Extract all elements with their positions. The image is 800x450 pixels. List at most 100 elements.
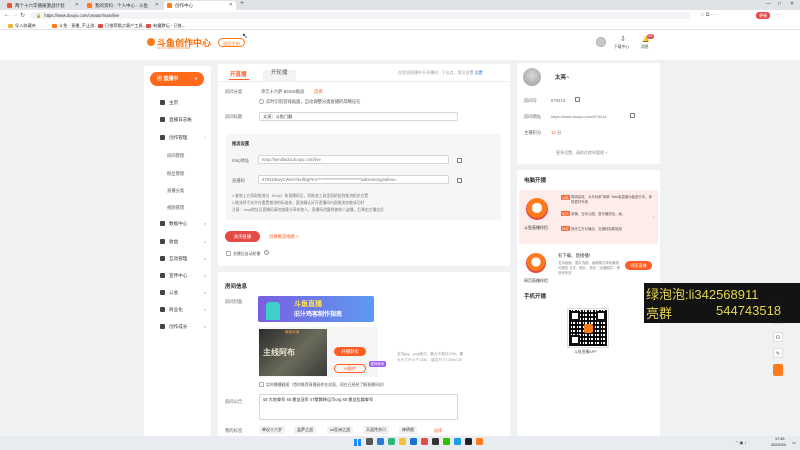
explorer-icon[interactable] (399, 438, 406, 445)
message-label[interactable]: 消息 (641, 45, 649, 50)
update-button[interactable]: 更新 (756, 12, 771, 19)
download-icon[interactable]: ⇩ (620, 35, 626, 43)
cover-poster-image[interactable]: 横版封面 主线阿布 (259, 329, 327, 376)
announce-textarea[interactable]: s5 大地拳军 s6 需龙冠军 s7蒙腾降运币org s8 需龙乱舞拳军 (259, 394, 458, 420)
sidebar-item-data[interactable]: 数据中心 v (160, 219, 206, 229)
upload-cover-button[interactable]: 开播制作 (334, 347, 366, 356)
sidebar-item-home[interactable]: 主页 (160, 98, 178, 108)
user-avatar[interactable] (523, 68, 541, 86)
chat-icon (160, 256, 165, 261)
float-promo-icon[interactable] (773, 364, 783, 376)
sidebar-item-commerce[interactable]: 商业化 v (160, 305, 206, 315)
tags-select-link[interactable]: 选择 (434, 428, 442, 434)
app-icon[interactable] (410, 438, 417, 445)
notification-icon[interactable]: ▭ (792, 440, 796, 446)
url-field[interactable]: 🔒 https://www.douyu.com/creator/main/liv… (30, 12, 690, 19)
extensions-icons[interactable]: ☆ ⧉ ⋯ (700, 12, 716, 18)
clock-time[interactable]: 17:35 (775, 437, 785, 441)
category-change-link[interactable]: 选择 (314, 89, 323, 95)
live-status-button[interactable]: ▣ 直播中 ▼ (150, 72, 204, 86)
back-to-main-button[interactable]: 返回主站 (218, 38, 245, 47)
back-icon[interactable]: ← (4, 12, 10, 18)
bookmark-item[interactable]: 导入收藏夹 (8, 22, 36, 29)
search-icon[interactable] (366, 438, 373, 445)
copy-code-icon[interactable] (457, 178, 462, 183)
minimize-button[interactable]: — (766, 1, 771, 7)
switch-line-link[interactable]: 切换推流线路 > (269, 234, 298, 240)
sidebar-subitem-video[interactable]: 视频管理 (167, 203, 184, 213)
live-cover-checkbox[interactable] (259, 382, 264, 387)
feature-text: 操作立方对播后，交通特权都能用 (571, 227, 622, 231)
wechat-icon[interactable] (443, 438, 450, 445)
maximize-button[interactable]: □ (778, 1, 781, 7)
forward-icon[interactable]: → (12, 12, 18, 18)
douyu-logo[interactable]: 斗鱼创作中心 DOUYU CREATOR CENTER (147, 35, 211, 53)
refresh-icon[interactable]: ↻ (20, 12, 25, 19)
windows-start-icon[interactable] (354, 439, 361, 446)
copy-room-no-icon[interactable] (575, 97, 580, 102)
live-cover-label: 实时播播截图（首时推荐直播画作在封面，现在已经给了解直播间封） (266, 382, 387, 387)
ai-image-button[interactable]: AI图片 (334, 364, 366, 373)
rtmp-input[interactable]: rtmp://sendtw3a.douyu.com/live (258, 155, 449, 164)
tag-item[interactable]: 神明限 (399, 426, 417, 434)
clock-date[interactable]: 2023/9/4 (771, 443, 786, 447)
float-feedback-icon[interactable]: ✎ (773, 348, 783, 358)
download-center-label[interactable]: 下载中心 (614, 45, 629, 50)
promo-banner[interactable]: 斗鱼直播 旧汁鸡客制作指南 (258, 296, 374, 322)
bookmark-item[interactable]: 已推荐酷点客户工具... (98, 22, 146, 29)
edge-icon[interactable] (388, 438, 395, 445)
more-settings-link[interactable]: 更多设置、请前往房间管理 > (556, 150, 607, 156)
browser-tab-2[interactable]: 我的资料 - 个人中心 - 斗鱼 ✕ (84, 1, 162, 10)
browser-tab-3[interactable]: 创作中心 ✕ (164, 1, 236, 10)
copy-room-url-icon[interactable] (630, 113, 635, 118)
bookmark-item[interactable]: 斗鱼 - 直播_不止游... (52, 22, 98, 29)
tag-item[interactable]: lol亚洲之战 (327, 426, 354, 434)
copy-rtmp-icon[interactable] (457, 158, 462, 163)
tray-icons[interactable]: ⌃ ▣ ♪ (735, 440, 746, 445)
sidebar-subitem-category[interactable]: 直播分类 (167, 186, 184, 196)
app-icon[interactable] (465, 438, 472, 445)
notice-setting-link[interactable]: 设置 (475, 70, 483, 75)
tab-start-rotation[interactable]: 开轮播 (263, 70, 296, 81)
tag-item[interactable]: 单议十六岁 (259, 426, 285, 434)
browser-tab-1[interactable]: 两个十六年播报激战计划 ✕ (4, 1, 82, 10)
mobile-live-title: 手机开播 (524, 294, 547, 300)
stream-code-input[interactable]: 679418rwyCWsAOkHfDgPKo******************… (258, 175, 449, 184)
close-tab-icon[interactable]: ✕ (229, 1, 233, 10)
avatar[interactable] (596, 37, 606, 47)
auto-category-radio[interactable] (259, 99, 264, 104)
sidebar-item-growth[interactable]: 创作成长 v (160, 322, 206, 332)
bookmark-item[interactable]: 有魔教坛 - 已推... (146, 22, 185, 29)
autoplay-checkbox[interactable] (226, 251, 231, 256)
room-url-label: 房间地址 (524, 114, 542, 119)
sidebar-subitem-fans[interactable]: 粉丝管理 (167, 169, 184, 179)
folder-icon (8, 23, 13, 28)
app-icon[interactable] (421, 438, 428, 445)
app-icon[interactable] (454, 438, 461, 445)
float-support-icon[interactable]: ☊ (773, 332, 783, 342)
sidebar-item-creation[interactable]: 创作管理 ^ (160, 133, 206, 143)
app-icon[interactable] (432, 438, 439, 445)
taskview-icon[interactable] (377, 438, 384, 445)
sidebar-item-promotion[interactable]: 宣传中心 v (160, 271, 206, 281)
close-window-button[interactable]: ✕ (790, 1, 794, 7)
tag-item[interactable]: 天涯传亦只 (363, 426, 389, 434)
sidebar-subitem-room[interactable]: 房间管理 (167, 151, 184, 161)
close-tab-icon[interactable]: ✕ (155, 1, 159, 10)
sidebar-item-revenue[interactable]: 收益 v (160, 237, 206, 247)
sidebar-item-interaction[interactable]: 互动管理 v (160, 254, 206, 264)
sidebar-item-live-log[interactable]: 直播日志帐 (160, 115, 192, 125)
room-title-input[interactable]: 太亮：斗鱼门额 (259, 112, 458, 121)
sidebar-item-guild[interactable]: 公会 v (160, 288, 206, 298)
web-live-button[interactable]: 网页直播 (625, 261, 652, 270)
close-live-button[interactable]: 关闭直播 (225, 231, 260, 242)
qr-code[interactable] (567, 308, 609, 348)
app-icon[interactable] (476, 438, 483, 445)
new-tab-button[interactable]: + (240, 0, 244, 7)
poster-title: 主线阿布 (263, 348, 295, 357)
browser-menu-icon[interactable]: ⋯ (776, 12, 781, 18)
tab-start-live[interactable]: 开直播 (230, 70, 247, 78)
help-icon[interactable]: ? (264, 250, 269, 255)
close-tab-icon[interactable]: ✕ (75, 1, 79, 10)
tag-item[interactable]: 盆萨之战 (294, 426, 316, 434)
